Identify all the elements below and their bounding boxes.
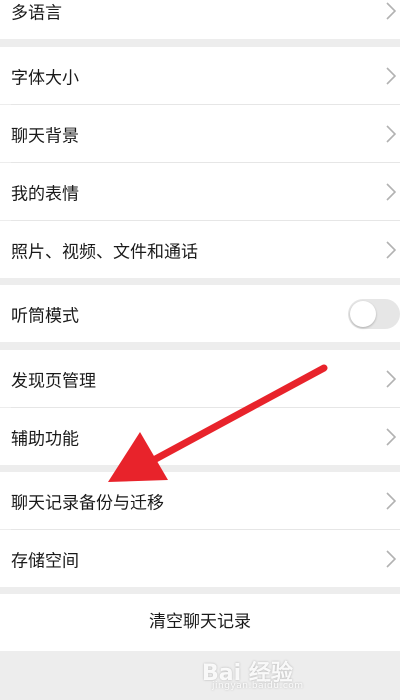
watermark-sub: jingyan.baidu.com	[212, 681, 304, 691]
settings-item-media-files-calls[interactable]: 照片、视频、文件和通话	[0, 221, 400, 278]
earpiece-mode-toggle[interactable]	[348, 298, 400, 329]
settings-item-label: 多语言	[11, 3, 62, 23]
chevron-right-icon	[386, 182, 396, 201]
chevron-right-icon	[386, 491, 396, 510]
settings-item-label: 发现页管理	[11, 371, 96, 391]
settings-item-earpiece-mode: 听筒模式	[0, 285, 400, 342]
chevron-right-icon	[386, 240, 396, 259]
settings-item-label: 辅助功能	[11, 429, 79, 449]
chevron-right-icon	[386, 66, 396, 85]
settings-item-chat-background[interactable]: 聊天背景	[0, 105, 400, 162]
chevron-right-icon	[386, 427, 396, 446]
chevron-right-icon	[386, 369, 396, 388]
settings-item-font-size[interactable]: 字体大小	[0, 47, 400, 104]
settings-item-accessibility[interactable]: 辅助功能	[0, 408, 400, 465]
chevron-right-icon	[386, 1, 396, 20]
settings-item-label: 聊天背景	[11, 126, 79, 146]
settings-item-label: 字体大小	[11, 68, 79, 88]
settings-item-label: 聊天记录备份与迁移	[11, 493, 164, 513]
settings-item-storage[interactable]: 存储空间	[0, 530, 400, 587]
settings-item-label: 存储空间	[11, 551, 79, 571]
chevron-right-icon	[386, 124, 396, 143]
clear-chat-history-button[interactable]: 清空聊天记录	[0, 594, 400, 651]
settings-screen: 多语言 字体大小 聊天背景 我的表情 照片、视频、文件和通话 听筒模式 发现页管…	[0, 0, 400, 700]
settings-item-label: 照片、视频、文件和通话	[11, 242, 198, 262]
settings-item-my-stickers[interactable]: 我的表情	[0, 163, 400, 220]
settings-item-discover-management[interactable]: 发现页管理	[0, 350, 400, 407]
settings-item-label: 听筒模式	[11, 306, 79, 326]
settings-item-chat-backup-migration[interactable]: 聊天记录备份与迁移	[0, 472, 400, 529]
settings-item-language[interactable]: 多语言	[0, 0, 400, 39]
baidu-jingyan-watermark: Bai 经验 jingyan.baidu.com	[202, 655, 382, 695]
settings-item-label: 我的表情	[11, 184, 79, 204]
toggle-knob	[350, 300, 376, 327]
chevron-right-icon	[386, 549, 396, 568]
